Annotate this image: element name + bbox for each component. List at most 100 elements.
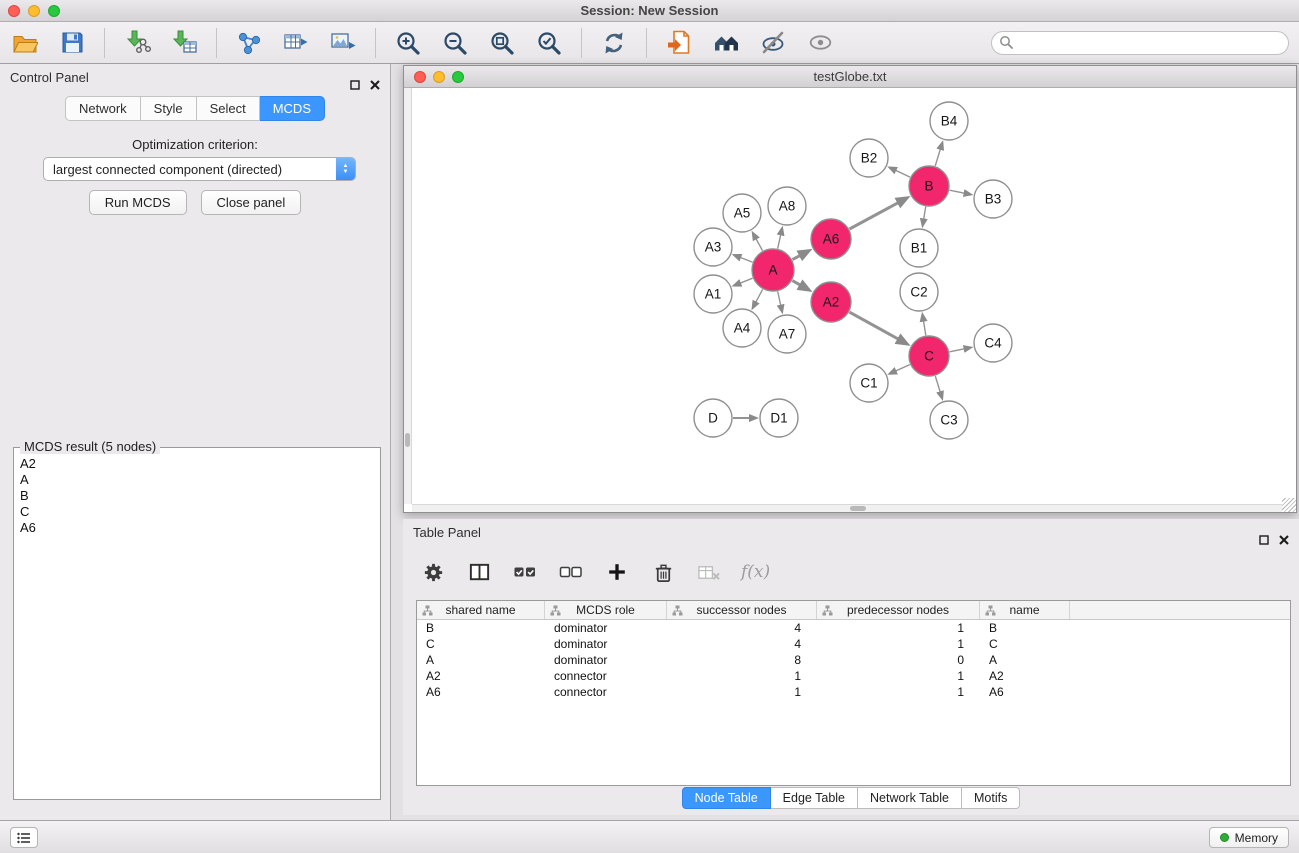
home-icon[interactable]: [711, 28, 741, 58]
node-B3[interactable]: B3: [974, 180, 1012, 218]
window-resize-grip[interactable]: [1282, 498, 1296, 512]
network-vertical-scrollbar[interactable]: [404, 88, 412, 504]
node-B4[interactable]: B4: [930, 102, 968, 140]
edge-A-A7[interactable]: [778, 292, 781, 307]
edge-A-A1[interactable]: [739, 278, 753, 283]
import-table-from-file-icon[interactable]: [169, 28, 199, 58]
edge-A-A5[interactable]: [755, 238, 762, 251]
search-input[interactable]: [991, 31, 1289, 55]
memory-button[interactable]: Memory: [1209, 827, 1289, 848]
network-canvas[interactable]: B4B2BB3A8A5A6A3B1AA1C2A2A4A7C4CC1C3DD1: [412, 88, 1296, 506]
close-table-panel-icon[interactable]: [1279, 527, 1289, 555]
function-builder-icon[interactable]: f(x): [741, 562, 770, 582]
delete-column-trash-icon[interactable]: [649, 558, 677, 586]
node-A[interactable]: A: [752, 249, 794, 291]
node-C2[interactable]: C2: [900, 273, 938, 311]
export-table-icon[interactable]: [281, 28, 311, 58]
node-B2[interactable]: B2: [850, 139, 888, 177]
tab-motifs[interactable]: Motifs: [962, 787, 1020, 809]
mcds-result-item[interactable]: A6: [20, 520, 374, 536]
edge-B-B1[interactable]: [924, 207, 926, 221]
table-row-A6[interactable]: A6connector11A6: [417, 684, 1290, 700]
new-network-icon[interactable]: [234, 28, 264, 58]
edge-C-C1[interactable]: [895, 365, 910, 372]
node-A1[interactable]: A1: [694, 275, 732, 313]
edge-C-C3[interactable]: [935, 376, 940, 393]
edge-C-C2[interactable]: [923, 320, 926, 336]
edge-C-C4[interactable]: [950, 349, 966, 352]
node-C4[interactable]: C4: [974, 324, 1012, 362]
column-header-shared-name[interactable]: shared name: [417, 601, 545, 619]
refresh-view-icon[interactable]: [599, 28, 629, 58]
hide-graphics-details-icon[interactable]: [758, 28, 788, 58]
maximize-window-button[interactable]: [48, 5, 60, 17]
network-horizontal-scrollbar[interactable]: [412, 504, 1282, 512]
show-columns-icon[interactable]: [465, 558, 493, 586]
tab-network-table[interactable]: Network Table: [858, 787, 962, 809]
column-header-predecessor-nodes[interactable]: predecessor nodes: [817, 601, 980, 619]
zoom-out-icon[interactable]: [440, 28, 470, 58]
node-B1[interactable]: B1: [900, 229, 938, 267]
edge-A6-B[interactable]: [850, 202, 900, 229]
zoom-in-icon[interactable]: [393, 28, 423, 58]
edge-B-B4[interactable]: [935, 148, 941, 166]
edge-A-A3[interactable]: [739, 257, 752, 262]
float-table-panel-icon[interactable]: [1259, 527, 1269, 555]
deselect-all-rows-icon[interactable]: [557, 558, 585, 586]
mcds-result-item[interactable]: C: [20, 504, 374, 520]
node-A2[interactable]: A2: [811, 282, 851, 322]
open-file-icon[interactable]: [10, 28, 40, 58]
edge-B-B2[interactable]: [894, 170, 910, 177]
table-row-B[interactable]: Bdominator41B: [417, 620, 1290, 636]
tab-edge-table[interactable]: Edge Table: [771, 787, 858, 809]
network-close-button[interactable]: [414, 71, 426, 83]
tab-select[interactable]: Select: [197, 96, 260, 121]
column-header-name[interactable]: name: [980, 601, 1070, 619]
node-C3[interactable]: C3: [930, 401, 968, 439]
node-A6[interactable]: A6: [811, 219, 851, 259]
network-minimize-button[interactable]: [433, 71, 445, 83]
run-mcds-button[interactable]: Run MCDS: [89, 190, 187, 215]
node-B[interactable]: B: [909, 166, 949, 206]
column-header-mcds-role[interactable]: MCDS role: [545, 601, 667, 619]
node-C1[interactable]: C1: [850, 364, 888, 402]
tab-mcds[interactable]: MCDS: [260, 96, 325, 121]
node-A3[interactable]: A3: [694, 228, 732, 266]
edge-A-A6[interactable]: [792, 255, 801, 260]
node-A7[interactable]: A7: [768, 315, 806, 353]
save-session-icon[interactable]: [57, 28, 87, 58]
tab-network[interactable]: Network: [65, 96, 141, 121]
edge-B-B3[interactable]: [950, 190, 966, 193]
select-all-rows-icon[interactable]: [511, 558, 539, 586]
edge-A-A4[interactable]: [755, 289, 762, 303]
node-C[interactable]: C: [909, 336, 949, 376]
edge-A-A8[interactable]: [778, 233, 781, 248]
table-settings-gear-icon[interactable]: [419, 558, 447, 586]
network-maximize-button[interactable]: [452, 71, 464, 83]
table-row-C[interactable]: Cdominator41C: [417, 636, 1290, 652]
edge-A-A2[interactable]: [792, 281, 801, 286]
window-list-icon[interactable]: [10, 827, 38, 848]
delete-table-icon[interactable]: [695, 558, 723, 586]
tab-node-table[interactable]: Node Table: [682, 787, 771, 809]
edge-A2-C[interactable]: [849, 312, 899, 340]
node-A4[interactable]: A4: [723, 309, 761, 347]
import-network-from-file-icon[interactable]: [122, 28, 152, 58]
node-A5[interactable]: A5: [723, 194, 761, 232]
open-session-icon[interactable]: [664, 28, 694, 58]
export-image-icon[interactable]: [328, 28, 358, 58]
column-header-successor-nodes[interactable]: successor nodes: [667, 601, 817, 619]
minimize-window-button[interactable]: [28, 5, 40, 17]
close-window-button[interactable]: [8, 5, 20, 17]
mcds-result-item[interactable]: B: [20, 488, 374, 504]
mcds-result-item[interactable]: A: [20, 472, 374, 488]
node-A8[interactable]: A8: [768, 187, 806, 225]
show-graphics-details-icon[interactable]: [805, 28, 835, 58]
add-column-icon[interactable]: [603, 558, 631, 586]
zoom-fit-icon[interactable]: [487, 28, 517, 58]
close-panel-button[interactable]: Close panel: [201, 190, 302, 215]
zoom-selected-icon[interactable]: [534, 28, 564, 58]
table-row-A2[interactable]: A2connector11A2: [417, 668, 1290, 684]
node-D[interactable]: D: [694, 399, 732, 437]
mcds-result-item[interactable]: A2: [20, 456, 374, 472]
